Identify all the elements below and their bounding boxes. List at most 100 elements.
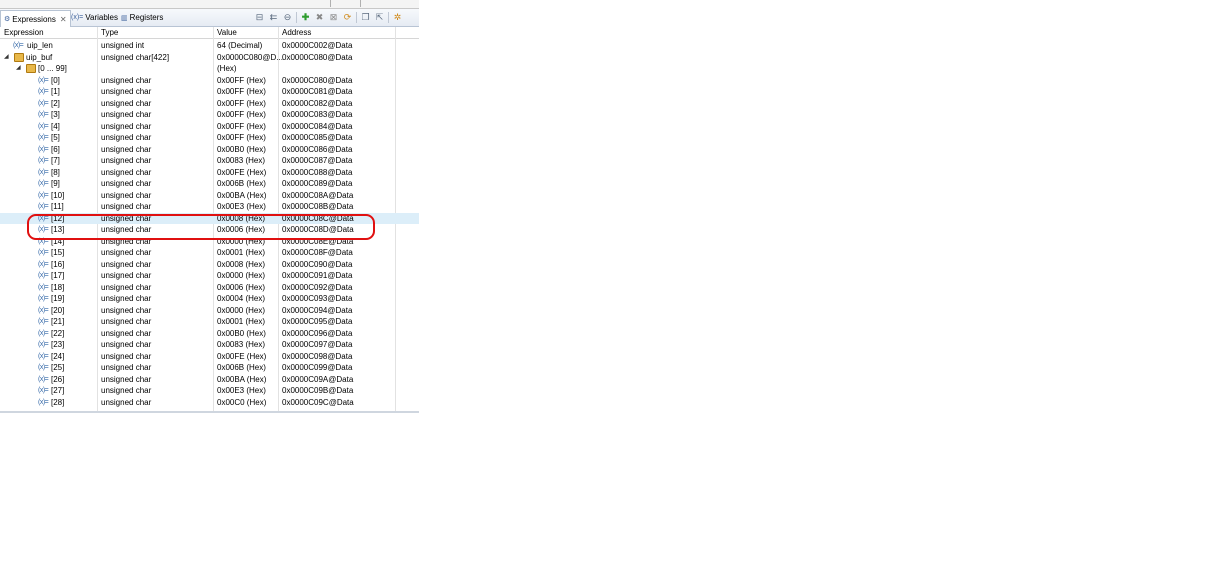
variable-icon: (x)= bbox=[38, 76, 49, 84]
cell-value: 0x00FE (Hex) bbox=[217, 167, 267, 177]
table-row[interactable]: (x)= [3] unsigned char 0x00FF (Hex) 0x0000C0… bbox=[0, 109, 419, 121]
cell-type: unsigned char bbox=[101, 397, 152, 407]
table-row[interactable]: (x)= [18] unsigned char 0x0006 (Hex) 0x0000C… bbox=[0, 282, 419, 294]
table-row[interactable]: (x)= [24] unsigned char 0x00FE (Hex) 0x0000C… bbox=[0, 351, 419, 363]
cell-value: 64 (Decimal) bbox=[217, 41, 263, 50]
table-row[interactable]: (x)= [20] unsigned char 0x0000 (Hex) 0x0000C… bbox=[0, 305, 419, 317]
cell-address: 0x0000C083@Data bbox=[282, 110, 353, 119]
settings-icon[interactable]: ✲ bbox=[392, 12, 403, 23]
cell-expression: uip_buf bbox=[26, 52, 53, 62]
cell-expression: uip_len bbox=[27, 41, 53, 50]
cell-expression: [9] bbox=[51, 179, 60, 188]
select-all-icon[interactable]: ⇇ bbox=[268, 12, 279, 23]
cell-address: 0x0000C088@Data bbox=[282, 167, 353, 177]
cell-value: 0x00BA (Hex) bbox=[217, 190, 267, 200]
cell-expression: [8] bbox=[51, 167, 60, 177]
variable-icon: (x)= bbox=[38, 387, 49, 394]
table-row[interactable]: ◢ [0 ... 99] (Hex) bbox=[0, 63, 419, 75]
cell-type: unsigned char bbox=[101, 75, 152, 85]
cell-expression: [17] bbox=[51, 271, 65, 280]
new-view-icon[interactable]: ❐ bbox=[360, 12, 371, 23]
table-row[interactable]: (x)= [9] unsigned char 0x006B (Hex) 0x0000C0… bbox=[0, 178, 419, 190]
cell-type: unsigned char bbox=[101, 156, 152, 165]
cell-type: unsigned char bbox=[101, 271, 152, 280]
variable-icon: (x)= bbox=[38, 168, 49, 176]
variable-icon: (x)= bbox=[38, 352, 49, 360]
cell-address: 0x0000C08B@Data bbox=[282, 202, 354, 211]
variable-icon: (x)= bbox=[38, 88, 49, 95]
table-row[interactable]: (x)= [10] unsigned char 0x00BA (Hex) 0x0000C… bbox=[0, 190, 419, 202]
table-row[interactable]: (x)= [8] unsigned char 0x00FE (Hex) 0x0000C0… bbox=[0, 167, 419, 179]
expand-arrow-icon[interactable]: ◢ bbox=[16, 63, 21, 75]
cell-value: 0x00E3 (Hex) bbox=[217, 386, 266, 395]
table-row[interactable]: (x)= [26] unsigned char 0x00BA (Hex) 0x0000C… bbox=[0, 374, 419, 386]
tab-variables[interactable]: (x)= Variables bbox=[68, 10, 121, 25]
column-value[interactable]: Value bbox=[217, 28, 237, 38]
cell-type: unsigned char bbox=[101, 98, 152, 108]
table-row[interactable]: (x)= [21] unsigned char 0x0001 (Hex) 0x0000C… bbox=[0, 316, 419, 328]
add-expression-icon[interactable]: ✚ bbox=[300, 12, 311, 23]
table-row[interactable]: (x)= [28] unsigned char 0x00C0 (Hex) 0x0000C… bbox=[0, 397, 419, 409]
close-tab-icon[interactable]: ✕ bbox=[60, 15, 67, 24]
table-row[interactable]: (x)= [23] unsigned char 0x0083 (Hex) 0x0000C… bbox=[0, 339, 419, 351]
cell-expression: [5] bbox=[51, 133, 60, 142]
variable-icon: (x)= bbox=[38, 99, 49, 107]
column-expression[interactable]: Expression bbox=[4, 28, 44, 38]
cell-type: unsigned char bbox=[101, 282, 152, 292]
table-row[interactable]: (x)= uip_len unsigned int 64 (Decimal) 0x000… bbox=[0, 40, 419, 52]
table-row[interactable]: (x)= [15] unsigned char 0x0001 (Hex) 0x0000C… bbox=[0, 247, 419, 259]
remove-icon[interactable]: ✖ bbox=[314, 12, 325, 23]
tab-registers[interactable]: ▥ Registers bbox=[118, 10, 166, 25]
table-row[interactable]: (x)= [4] unsigned char 0x00FF (Hex) 0x0000C0… bbox=[0, 121, 419, 133]
cell-expression: [0] bbox=[51, 75, 60, 85]
cell-type: unsigned char[422] bbox=[101, 52, 170, 62]
table-row[interactable]: (x)= [1] unsigned char 0x00FF (Hex) 0x0000C0… bbox=[0, 86, 419, 98]
table-row[interactable]: ◢ uip_buf unsigned char[422] 0x0000C080@D..… bbox=[0, 52, 419, 64]
table-row[interactable]: (x)= [7] unsigned char 0x0083 (Hex) 0x0000C0… bbox=[0, 155, 419, 167]
variable-icon: (x)= bbox=[38, 145, 49, 153]
cell-address: 0x0000C085@Data bbox=[282, 133, 353, 142]
remove-all-icon[interactable]: ⊠ bbox=[328, 12, 339, 23]
cell-type: unsigned char bbox=[101, 133, 152, 142]
expand-arrow-icon[interactable]: ◢ bbox=[4, 52, 9, 64]
table-row[interactable]: (x)= [5] unsigned char 0x00FF (Hex) 0x0000C0… bbox=[0, 132, 419, 144]
cell-expression: [26] bbox=[51, 374, 65, 384]
cell-address: 0x0000C096@Data bbox=[282, 328, 353, 338]
variable-icon: (x)= bbox=[38, 341, 49, 348]
cell-value: 0x00FF (Hex) bbox=[217, 133, 266, 142]
table-row[interactable]: (x)= [2] unsigned char 0x00FF (Hex) 0x0000C0… bbox=[0, 98, 419, 110]
table-row[interactable]: (x)= [11] unsigned char 0x00E3 (Hex) 0x0000C… bbox=[0, 201, 419, 213]
refresh-icon[interactable]: ⟳ bbox=[342, 12, 353, 23]
table-row[interactable]: (x)= [0] unsigned char 0x00FF (Hex) 0x0000C0… bbox=[0, 75, 419, 87]
tab-expressions[interactable]: ⚙ Expressions ✕ bbox=[0, 10, 71, 27]
cell-address: 0x0000C095@Data bbox=[282, 317, 353, 326]
tab-registers-label: Registers bbox=[129, 13, 164, 22]
table-row[interactable]: (x)= [27] unsigned char 0x00E3 (Hex) 0x0000C… bbox=[0, 385, 419, 397]
table-row[interactable]: (x)= [6] unsigned char 0x00B0 (Hex) 0x0000C0… bbox=[0, 144, 419, 156]
export-icon[interactable]: ⇱ bbox=[374, 12, 385, 23]
cell-type: unsigned char bbox=[101, 144, 152, 154]
column-address[interactable]: Address bbox=[282, 28, 311, 38]
cell-expression: [28] bbox=[51, 397, 65, 407]
toolbar-separator bbox=[356, 12, 357, 23]
highlight-annotation bbox=[27, 214, 375, 240]
cell-expression: [7] bbox=[51, 156, 60, 165]
cell-value: 0x0083 (Hex) bbox=[217, 156, 266, 165]
cell-address: 0x0000C086@Data bbox=[282, 144, 353, 154]
collapse-all-icon[interactable]: ⊟ bbox=[254, 12, 265, 23]
collapse-icon[interactable]: ⊖ bbox=[282, 12, 293, 23]
cell-value: 0x0000 (Hex) bbox=[217, 271, 266, 280]
table-row[interactable]: (x)= [25] unsigned char 0x006B (Hex) 0x0000C… bbox=[0, 362, 419, 374]
table-row[interactable]: (x)= [16] unsigned char 0x0008 (Hex) 0x0000C… bbox=[0, 259, 419, 271]
variable-icon: (x)= bbox=[38, 111, 49, 118]
table-row[interactable]: (x)= [19] unsigned char 0x0004 (Hex) 0x0000C… bbox=[0, 293, 419, 305]
cell-type: unsigned char bbox=[101, 305, 152, 315]
cell-value: 0x00FF (Hex) bbox=[217, 98, 266, 108]
cell-address: 0x0000C098@Data bbox=[282, 351, 353, 361]
variable-icon: (x)= bbox=[38, 191, 49, 199]
table-row[interactable]: (x)= [17] unsigned char 0x0000 (Hex) 0x0000C… bbox=[0, 270, 419, 282]
cell-address: 0x0000C09C@Data bbox=[282, 397, 354, 407]
cell-address: 0x0000C08F@Data bbox=[282, 248, 353, 257]
table-row[interactable]: (x)= [22] unsigned char 0x00B0 (Hex) 0x0000C… bbox=[0, 328, 419, 340]
column-type[interactable]: Type bbox=[101, 28, 118, 38]
